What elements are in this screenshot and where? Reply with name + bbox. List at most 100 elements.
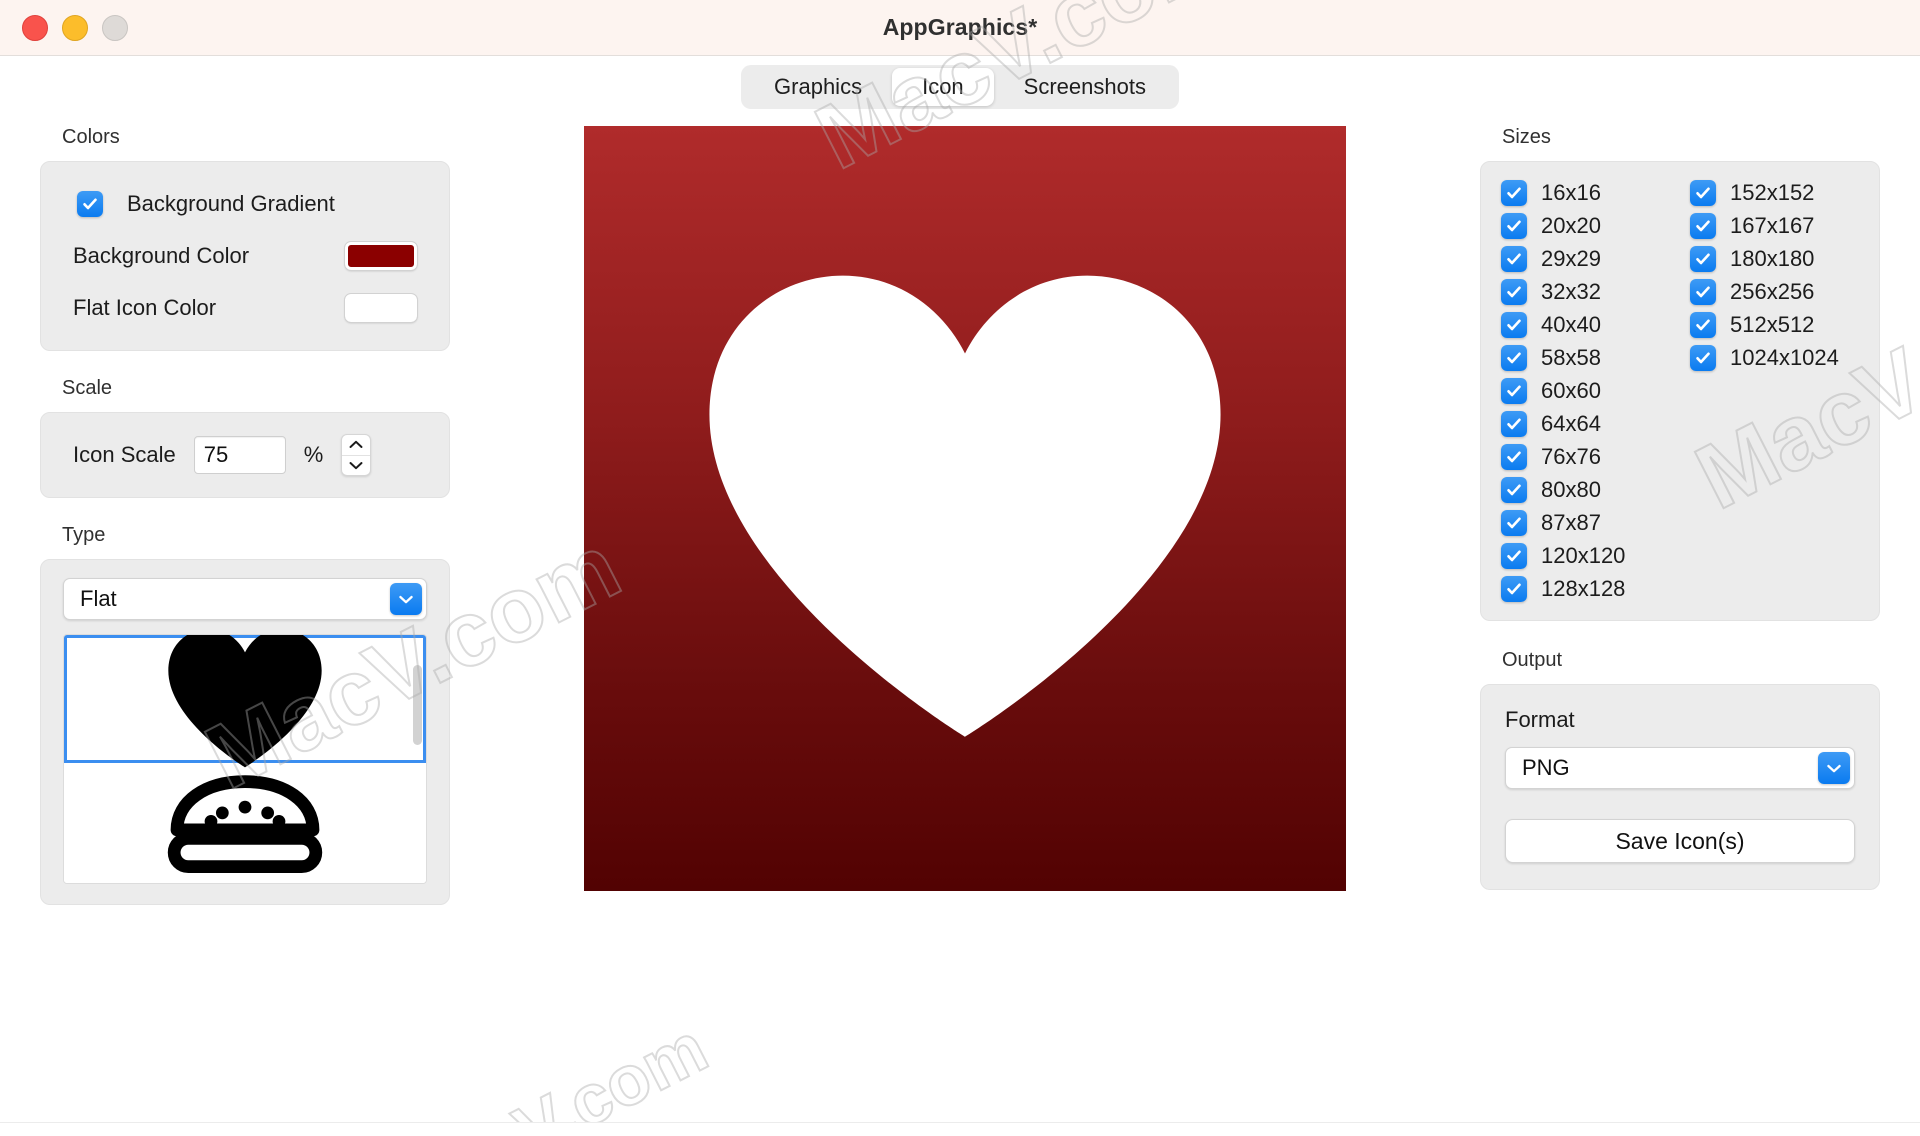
background-color-row: Background Color <box>59 230 431 282</box>
size-row[interactable]: 58x58 <box>1501 345 1680 371</box>
hamburger-icon <box>167 775 323 874</box>
icon-scale-label: Icon Scale <box>73 442 176 467</box>
sizes-panel: 16x16 20x20 29x29 32x32 40x40 58x58 60x6… <box>1480 161 1880 621</box>
size-row[interactable]: 256x256 <box>1690 279 1869 305</box>
size-row[interactable]: 60x60 <box>1501 378 1680 404</box>
stepper-down-icon[interactable] <box>342 456 370 476</box>
size-label: 32x32 <box>1541 279 1601 304</box>
size-checkbox[interactable] <box>1501 477 1527 503</box>
flat-icon-color-row: Flat Icon Color <box>59 282 431 334</box>
size-row[interactable]: 29x29 <box>1501 246 1680 272</box>
traffic-lights <box>22 14 128 41</box>
size-row[interactable]: 1024x1024 <box>1690 345 1869 371</box>
size-label: 29x29 <box>1541 246 1601 271</box>
size-label: 120x120 <box>1541 543 1626 568</box>
size-row[interactable]: 180x180 <box>1690 246 1869 272</box>
size-checkbox[interactable] <box>1501 378 1527 404</box>
sizes-grid: 16x16 20x20 29x29 32x32 40x40 58x58 60x6… <box>1481 162 1879 620</box>
preview-heart-icon <box>709 275 1221 737</box>
size-label: 58x58 <box>1541 345 1601 370</box>
size-row[interactable]: 32x32 <box>1501 279 1680 305</box>
size-checkbox[interactable] <box>1501 279 1527 305</box>
tab-screenshots[interactable]: Screenshots <box>994 68 1176 106</box>
icon-preview <box>584 126 1346 891</box>
tabbar: Graphics Icon Screenshots <box>741 65 1179 109</box>
app-window: AppGraphics* Graphics Icon Screenshots C… <box>0 0 1920 1136</box>
icon-scale-stepper[interactable] <box>341 434 372 476</box>
size-row[interactable]: 64x64 <box>1501 411 1680 437</box>
size-checkbox[interactable] <box>1690 279 1716 305</box>
tab-graphics[interactable]: Graphics <box>744 68 892 106</box>
size-label: 87x87 <box>1541 510 1601 535</box>
size-row[interactable]: 40x40 <box>1501 312 1680 338</box>
size-row[interactable]: 76x76 <box>1501 444 1680 470</box>
chevron-down-icon[interactable] <box>1818 752 1850 784</box>
size-row[interactable]: 167x167 <box>1690 213 1869 239</box>
size-row[interactable]: 20x20 <box>1501 213 1680 239</box>
flat-icon-color-label: Flat Icon Color <box>73 295 217 320</box>
size-row[interactable]: 16x16 <box>1501 180 1680 206</box>
size-checkbox[interactable] <box>1501 444 1527 470</box>
icon-list[interactable] <box>63 634 427 884</box>
format-select[interactable]: PNG <box>1505 747 1855 789</box>
icon-list-item-heart[interactable] <box>64 635 426 768</box>
size-checkbox[interactable] <box>1690 213 1716 239</box>
chevron-down-icon[interactable] <box>390 583 422 615</box>
scale-section-title: Scale <box>62 377 113 399</box>
background-color-label: Background Color <box>73 243 250 268</box>
minimize-window-icon[interactable] <box>62 14 88 41</box>
icon-scale-input[interactable]: 75 <box>193 436 286 474</box>
tab-icon[interactable]: Icon <box>892 68 994 106</box>
size-checkbox[interactable] <box>1690 180 1716 206</box>
size-label: 180x180 <box>1730 246 1815 271</box>
size-checkbox[interactable] <box>1501 180 1527 206</box>
tabbar-container: Graphics Icon Screenshots <box>0 56 1920 118</box>
right-sidebar: Sizes 16x16 20x20 29x29 32x32 40x40 58x5… <box>1480 118 1880 1100</box>
size-label: 80x80 <box>1541 477 1601 502</box>
stepper-up-icon[interactable] <box>342 435 370 455</box>
size-checkbox[interactable] <box>1501 246 1527 272</box>
zoom-window-icon[interactable] <box>102 14 128 41</box>
size-row[interactable]: 512x512 <box>1690 312 1869 338</box>
sizes-column-two: 152x152 167x167 180x180 256x256 512x512 … <box>1690 180 1869 602</box>
flat-icon-color-swatch[interactable] <box>344 293 418 323</box>
background-gradient-label: Background Gradient <box>127 191 335 216</box>
size-row[interactable]: 152x152 <box>1690 180 1869 206</box>
size-label: 20x20 <box>1541 213 1601 238</box>
size-checkbox[interactable] <box>1501 345 1527 371</box>
size-checkbox[interactable] <box>1690 345 1716 371</box>
size-row[interactable]: 80x80 <box>1501 477 1680 503</box>
background-gradient-row[interactable]: Background Gradient <box>59 178 431 230</box>
size-checkbox[interactable] <box>1501 312 1527 338</box>
size-checkbox[interactable] <box>1690 312 1716 338</box>
size-label: 256x256 <box>1730 279 1815 304</box>
save-icons-button[interactable]: Save Icon(s) <box>1505 819 1855 863</box>
scale-panel: Icon Scale 75 % <box>40 412 450 498</box>
background-color-swatch[interactable] <box>344 241 418 271</box>
colors-section-title: Colors <box>62 126 120 148</box>
window-title: AppGraphics* <box>882 14 1038 40</box>
window-bottom-edge <box>0 1122 1920 1136</box>
size-label: 40x40 <box>1541 312 1601 337</box>
background-gradient-checkbox[interactable] <box>77 191 103 217</box>
size-checkbox[interactable] <box>1501 543 1527 569</box>
size-label: 16x16 <box>1541 180 1601 205</box>
type-select[interactable]: Flat <box>63 578 427 620</box>
left-sidebar: Colors Background Gradient Background Co… <box>40 118 450 1100</box>
size-row[interactable]: 87x87 <box>1501 510 1680 536</box>
size-row[interactable]: 120x120 <box>1501 543 1680 569</box>
size-checkbox[interactable] <box>1690 246 1716 272</box>
sizes-column-one: 16x16 20x20 29x29 32x32 40x40 58x58 60x6… <box>1501 180 1680 602</box>
preview-column <box>464 118 1466 1100</box>
icon-list-scrollbar[interactable] <box>413 665 422 745</box>
size-label: 60x60 <box>1541 378 1601 403</box>
size-row[interactable]: 128x128 <box>1501 576 1680 602</box>
size-checkbox[interactable] <box>1501 576 1527 602</box>
sizes-section-title: Sizes <box>1502 126 1551 148</box>
size-checkbox[interactable] <box>1501 411 1527 437</box>
close-window-icon[interactable] <box>22 14 48 41</box>
size-checkbox[interactable] <box>1501 510 1527 536</box>
icon-list-item-hamburger[interactable] <box>64 763 426 883</box>
size-checkbox[interactable] <box>1501 213 1527 239</box>
main-content: Colors Background Gradient Background Co… <box>0 118 1920 1136</box>
